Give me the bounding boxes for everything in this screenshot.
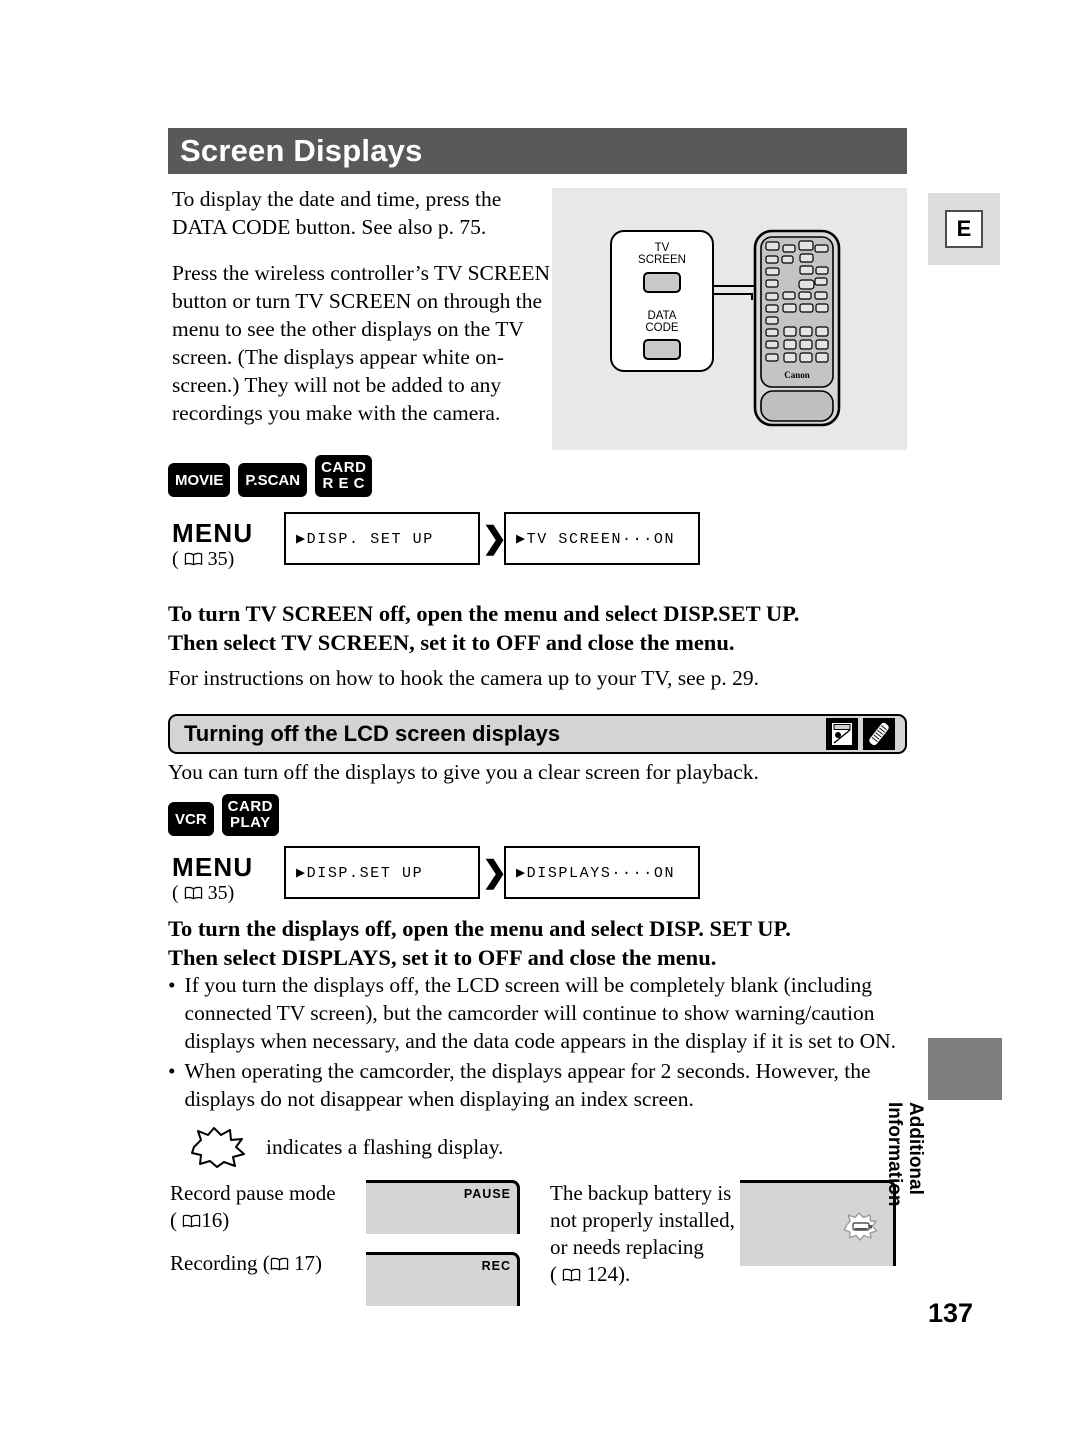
remote-control-drawing: Canon [753, 229, 841, 427]
bullet-text-2: When operating the camcorder, the displa… [184, 1058, 871, 1111]
example-caption-text-3c: or needs replacing [550, 1234, 704, 1259]
callout-leader-lines [709, 281, 762, 300]
mode-badge-vcr: VCR [168, 802, 214, 836]
section-tab-label-line2: Information [883, 1102, 905, 1207]
menu-step-box-1b: ▶TV SCREEN···ON [504, 512, 700, 565]
example-caption-ref-1: ( 16) [170, 1207, 230, 1232]
tv-screen-callout-label: TV SCREEN [638, 242, 686, 267]
manual-page: Screen Displays E To display the date an… [0, 0, 1080, 1443]
list-item: • If you turn the displays off, the LCD … [168, 972, 910, 1056]
intro-paragraph-1: To display the date and time, press the … [172, 187, 502, 239]
example-caption-text-1: Record pause mode [170, 1181, 336, 1205]
bold-instruction-2-line1: To turn the displays off, open the menu … [168, 916, 791, 941]
example-screen-recording: REC [366, 1252, 520, 1306]
edition-tab-letter: E [945, 210, 983, 248]
page-title: Screen Displays [180, 133, 423, 168]
bold-instruction-2: To turn the displays off, open the menu … [168, 915, 908, 973]
menu-page-ref-1: ( 35) [172, 548, 235, 570]
starburst-icon [191, 1127, 245, 1168]
menu-page-ref-2: ( 35) [172, 882, 235, 904]
playback-lead-text: You can turn off the displays to give yo… [168, 760, 759, 784]
example-caption-text-3a: The backup battery is [550, 1181, 732, 1205]
example-caption-ref-3: ( 124). [550, 1261, 631, 1286]
example-caption-recording: Recording ( 17) [170, 1250, 360, 1277]
section-tab-label-line1: Additional [905, 1102, 926, 1195]
example-caption-text-2: Recording ( 17) [170, 1251, 322, 1275]
bold-instruction-1: To turn TV SCREEN off, open the menu and… [168, 600, 908, 658]
mode-badge-card-play: CARD PLAY [221, 794, 280, 836]
bold-instruction-1-line2: Then select TV SCREEN, set it to OFF and… [168, 629, 735, 655]
wireless-controller-illustration: TV SCREEN DATA CODE Canon [552, 188, 907, 450]
data-code-callout-label: DATA CODE [645, 309, 679, 334]
notes-bullet-list: • If you turn the displays off, the LCD … [168, 972, 910, 1116]
menu-label-2: MENU [172, 852, 254, 882]
svg-text:Canon: Canon [784, 370, 810, 380]
subsection-icon-group [826, 718, 905, 750]
menu-step-text-1a: ▶DISP. SET UP [296, 531, 434, 548]
bullet-dot-icon: • [168, 1058, 176, 1083]
menu-step-text-1b: ▶TV SCREEN···ON [516, 531, 676, 548]
page-number: 137 [928, 1298, 974, 1328]
example-caption-backup-battery: The backup battery is not properly insta… [550, 1180, 740, 1288]
button-callout-box: TV SCREEN DATA CODE [610, 230, 714, 372]
wireless-controller-icon [863, 718, 895, 750]
book-icon [563, 1268, 581, 1282]
menu-step-box-2a: ▶DISP.SET UP [284, 846, 480, 899]
intro-paragraph-2: Press the wireless controller’s TV SCREE… [172, 260, 551, 425]
flashing-display-text: indicates a flashing display. [266, 1134, 504, 1159]
mode-badge-movie: MOVIE [168, 463, 231, 497]
lcd-screen-icon [826, 718, 858, 750]
book-icon [183, 1214, 201, 1228]
book-icon [270, 1257, 288, 1271]
bullet-text-1: If you turn the displays off, the LCD sc… [184, 973, 897, 1053]
bold-instruction-1-line1: To turn TV SCREEN off, open the menu and… [168, 601, 800, 626]
flashing-display-note: indicates a flashing display. [190, 1126, 503, 1168]
tv-screen-button-icon [643, 271, 681, 293]
menu-label-1: MENU [172, 518, 254, 548]
section-tab-block [928, 1038, 1002, 1100]
mode-badge-row-recording: MOVIE P.SCAN CARD R E C [168, 455, 373, 497]
menu-step-text-2a: ▶DISP.SET UP [296, 865, 424, 882]
example-screen-backup-battery [740, 1180, 896, 1266]
list-item: • When operating the camcorder, the disp… [168, 1058, 910, 1114]
example-caption-text-3b: not properly installed, [550, 1207, 735, 1232]
example-caption-record-pause: Record pause mode ( 16) [170, 1180, 350, 1234]
menu-step-box-2b: ▶DISPLAYS····ON [504, 846, 700, 899]
mode-badge-pscan: P.SCAN [238, 463, 308, 497]
data-code-button-icon [643, 338, 681, 360]
subsection-heading-bar: Turning off the LCD screen displays [168, 714, 907, 754]
menu-step-text-2b: ▶DISPLAYS····ON [516, 865, 676, 882]
book-icon [184, 886, 202, 900]
osd-label-pause: PAUSE [463, 1187, 511, 1201]
book-icon [184, 552, 202, 566]
bold-instruction-2-line2: Then select DISPLAYS, set it to OFF and … [168, 944, 717, 970]
mode-badge-card-rec: CARD R E C [315, 455, 373, 497]
mode-badge-row-playback: VCR CARD PLAY [168, 794, 280, 836]
page-header-bar: Screen Displays [168, 128, 907, 174]
flashing-battery-icon [843, 1212, 878, 1241]
osd-label-rec: REC [481, 1259, 511, 1273]
example-screen-record-pause: PAUSE [366, 1180, 520, 1234]
edition-tab: E [928, 193, 1000, 265]
tv-hookup-note: For instructions on how to hook the came… [168, 666, 759, 690]
subsection-heading-text: Turning off the LCD screen displays [184, 721, 561, 746]
intro-text-column: To display the date and time, press the … [172, 186, 552, 446]
section-tab-label: Additional Information [883, 1102, 926, 1302]
menu-step-box-1a: ▶DISP. SET UP [284, 512, 480, 565]
bullet-dot-icon: • [168, 973, 176, 997]
